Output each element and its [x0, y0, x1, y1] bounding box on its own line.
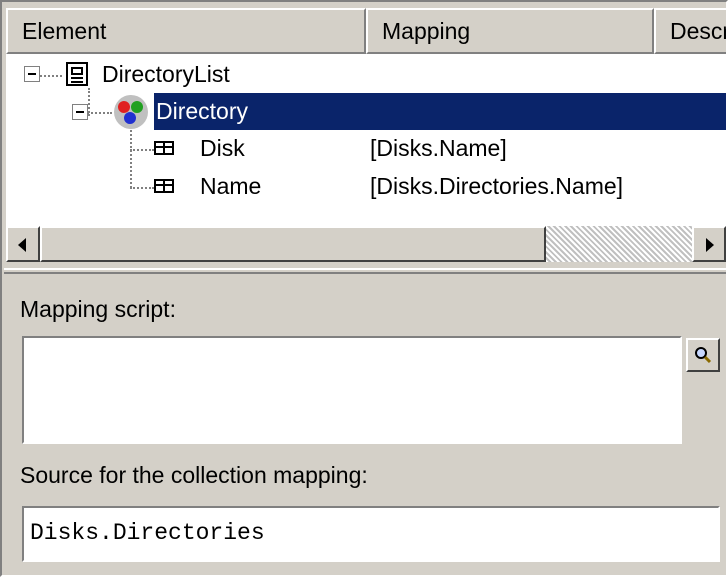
scrollbar-track[interactable]	[546, 226, 692, 262]
column-header-description-label: Descr	[670, 18, 726, 44]
scrollbar-thumb[interactable]	[40, 226, 546, 262]
magnifier-icon	[695, 347, 712, 364]
mapping-value: [Disks.Name]	[370, 135, 507, 161]
horizontal-scrollbar[interactable]	[6, 226, 726, 262]
column-header-mapping-label: Mapping	[382, 18, 471, 44]
collection-icon	[114, 95, 148, 129]
column-header-description[interactable]: Descr	[654, 8, 726, 54]
collection-source-field[interactable]: Disks.Directories	[22, 506, 720, 562]
document-icon	[66, 62, 88, 86]
arrow-right-icon	[706, 238, 714, 252]
zoom-button[interactable]	[686, 338, 720, 372]
pane-splitter[interactable]	[4, 268, 726, 274]
collapse-toggle[interactable]	[72, 104, 88, 120]
tree-row-disk[interactable]: Disk [Disks.Name]	[6, 130, 726, 167]
column-header-element-label: Element	[22, 18, 107, 44]
mapping-script-label: Mapping script:	[20, 296, 176, 322]
tree-node-label: Disk	[200, 135, 245, 161]
scroll-left-button[interactable]	[6, 226, 40, 262]
tree-row-directorylist[interactable]: DirectoryList	[6, 56, 726, 93]
mapping-script-field[interactable]	[22, 336, 682, 444]
scroll-right-button[interactable]	[692, 226, 726, 262]
collapse-toggle[interactable]	[24, 66, 40, 82]
column-header-mapping[interactable]: Mapping	[366, 8, 654, 54]
collection-dot-blue	[124, 112, 136, 124]
collection-source-label: Source for the collection mapping:	[20, 462, 368, 488]
mapping-tree-grid[interactable]: Element Mapping Descr DirectoryList Dire…	[6, 8, 726, 262]
column-header-element[interactable]: Element	[6, 8, 366, 54]
tree-node-label: Name	[200, 173, 262, 199]
tree-row-directory[interactable]: Directory	[6, 93, 726, 130]
tree-node-label: DirectoryList	[102, 61, 230, 87]
field-icon	[154, 179, 174, 193]
field-icon	[154, 141, 174, 155]
tree-row-name[interactable]: Name [Disks.Directories.Name]	[6, 168, 726, 205]
collection-dot-green	[131, 101, 143, 113]
tree-node-label: Directory	[156, 98, 249, 124]
selection-highlight: Directory	[154, 93, 726, 130]
mapping-value: [Disks.Directories.Name]	[370, 173, 624, 199]
arrow-left-icon	[18, 238, 26, 252]
